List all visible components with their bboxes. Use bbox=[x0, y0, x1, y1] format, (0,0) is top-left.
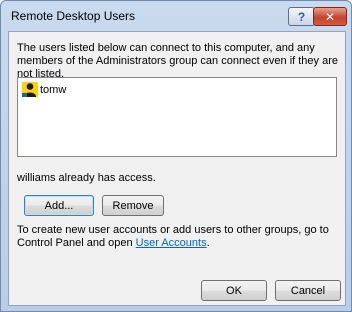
remote-desktop-users-dialog: Remote Desktop Users ? ✕ The users liste… bbox=[0, 0, 352, 312]
description-text: The users listed below can connect to th… bbox=[17, 42, 338, 80]
list-item-user[interactable]: tomw bbox=[22, 82, 66, 97]
access-status-text: williams already has access. bbox=[17, 172, 156, 184]
cancel-button[interactable]: Cancel bbox=[275, 280, 341, 301]
dialog-body: The users listed below can connect to th… bbox=[8, 31, 346, 306]
info-text: To create new user accounts or add users… bbox=[17, 224, 342, 250]
close-button[interactable]: ✕ bbox=[313, 7, 347, 26]
users-listbox[interactable]: tomw bbox=[17, 77, 337, 157]
user-icon bbox=[22, 82, 38, 97]
add-button[interactable]: Add... bbox=[24, 195, 94, 216]
info-text-suffix: . bbox=[206, 237, 210, 249]
title-bar[interactable]: Remote Desktop Users ? ✕ bbox=[1, 1, 351, 31]
ok-button[interactable]: OK bbox=[201, 280, 267, 301]
help-button[interactable]: ? bbox=[288, 7, 315, 26]
help-icon: ? bbox=[297, 9, 306, 24]
remove-button[interactable]: Remove bbox=[102, 195, 164, 216]
close-icon: ✕ bbox=[324, 9, 336, 24]
window-title: Remote Desktop Users bbox=[11, 9, 136, 23]
user-name: tomw bbox=[40, 83, 67, 96]
user-accounts-link[interactable]: User Accounts bbox=[136, 237, 207, 249]
